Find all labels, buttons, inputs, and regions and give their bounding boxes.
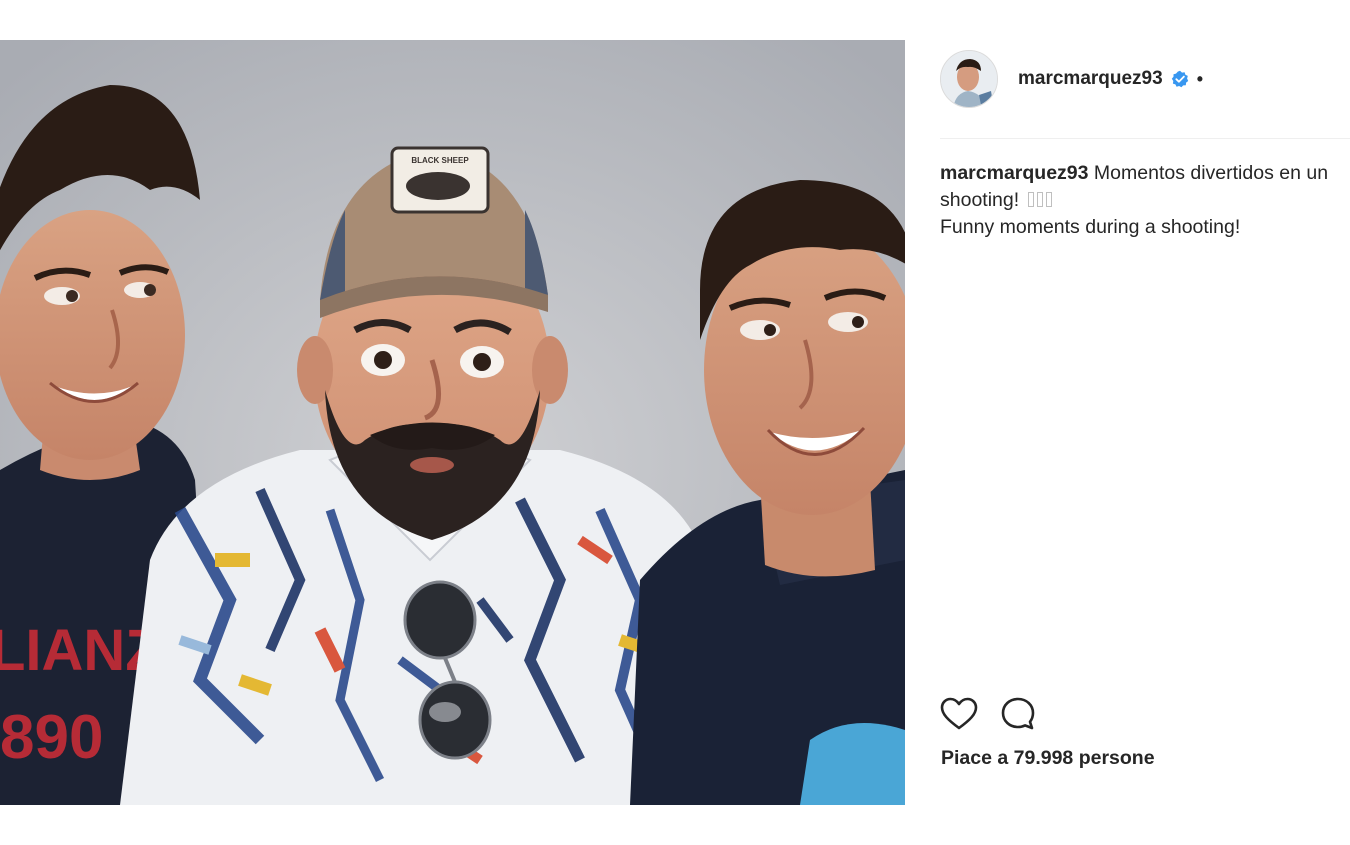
post-photo[interactable]: LIANZ 890 BLACK SHEEP xyxy=(0,40,905,805)
caption-text-line2: Funny moments during a shooting! xyxy=(940,216,1241,238)
avatar[interactable] xyxy=(940,50,998,108)
header-username[interactable]: marcmarquez93 xyxy=(1018,68,1163,90)
post-actions xyxy=(940,695,1060,733)
header-divider xyxy=(940,138,1350,139)
post-caption: marcmarquez93 Momentos divertidos en un … xyxy=(940,160,1340,241)
caption-username[interactable]: marcmarquez93 xyxy=(940,162,1089,184)
comment-button[interactable] xyxy=(1000,694,1040,734)
like-button[interactable] xyxy=(940,694,980,734)
heart-icon xyxy=(940,697,978,730)
avatar-image xyxy=(941,51,997,107)
emoji-placeholder-icon xyxy=(1045,192,1052,207)
cap-patch-text: BLACK SHEEP xyxy=(411,156,469,165)
likes-count[interactable]: Piace a 79.998 persone xyxy=(941,747,1155,770)
emoji-placeholder-icon xyxy=(1027,192,1034,207)
instagram-post: LIANZ 890 BLACK SHEEP marcmarquez93 • ma… xyxy=(0,40,1350,805)
comment-bubble-icon xyxy=(1001,697,1035,730)
header-separator: • xyxy=(1196,68,1204,89)
verified-badge-icon xyxy=(1171,70,1189,88)
post-header: marcmarquez93 • xyxy=(940,48,1350,110)
post-side-panel: marcmarquez93 • marcmarquez93 Momentos d… xyxy=(905,40,1350,805)
emoji-placeholder-icon xyxy=(1036,192,1043,207)
photo-illustration: LIANZ 890 BLACK SHEEP xyxy=(0,40,905,805)
shirt-number-left: 890 xyxy=(0,703,103,772)
